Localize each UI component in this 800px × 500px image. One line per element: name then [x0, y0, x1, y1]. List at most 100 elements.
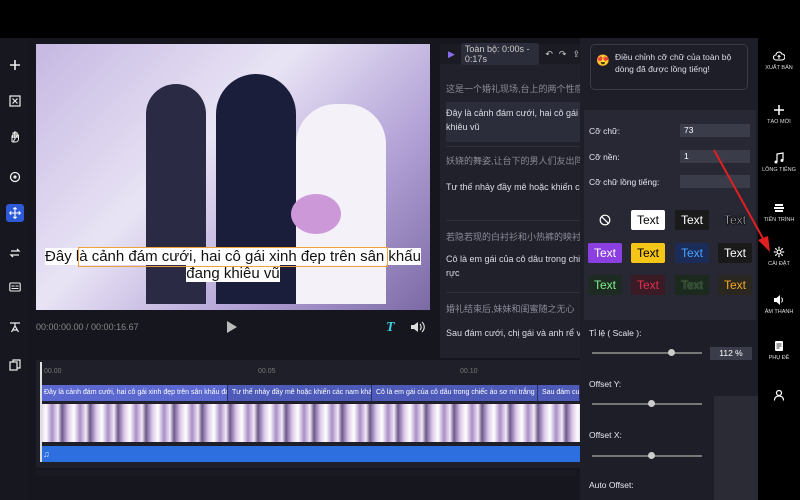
speaker-icon	[774, 294, 783, 305]
style-purple-button[interactable]: Text	[588, 243, 622, 263]
timeline-ruler[interactable]: 00.00 00.05 00.10	[36, 366, 580, 380]
subtitle-track: Đây là cảnh đám cưới, hai cô gái xinh đẹ…	[40, 385, 580, 401]
export-button[interactable]: Xuất bản	[758, 40, 800, 80]
style-yellow-button[interactable]: Text	[631, 243, 665, 263]
segment-source: 若隐若现的白衬衫和小热裤的映衬	[446, 232, 582, 242]
redo-icon[interactable]: ↷	[559, 49, 567, 60]
account-button[interactable]	[758, 376, 800, 416]
new-button[interactable]: Tạo mới	[758, 94, 800, 134]
segment-translation[interactable]: Sau đám cưới, chị gái và anh rể vu	[446, 326, 586, 340]
subtitle-clip[interactable]: Cô là em gái của cô dâu trong chiếc áo s…	[372, 385, 538, 401]
script-segment[interactable]: Tư thế nhảy đầy mê hoặc khiến cá	[446, 180, 585, 194]
bg-size-input[interactable]: 1	[680, 150, 750, 163]
plus-icon	[774, 104, 784, 115]
segment-source: 这是一个婚礼现场,台上的两个性感	[446, 84, 584, 94]
style-shadow-button[interactable]: Text	[675, 275, 709, 295]
script-segment[interactable]: Sau đám cưới, chị gái và anh rể vu	[446, 326, 586, 340]
settings-button[interactable]: Cài đặt	[758, 236, 800, 276]
upload-icon[interactable]: ⇪	[572, 49, 580, 60]
timeline-scrollbar[interactable]	[36, 470, 576, 476]
font-size-input[interactable]: 73	[680, 124, 750, 137]
segment-translation[interactable]: Đây là cảnh đám cưới, hai cô gái x	[446, 106, 585, 120]
progress-button[interactable]: Tiến trình	[758, 192, 800, 232]
script-segment[interactable]: 婚礼结束后,妹妹和闺蜜随之无心	[446, 302, 580, 316]
delete-box-icon[interactable]	[6, 92, 24, 110]
script-segment-active[interactable]: Đây là cảnh đám cưới, hai cô gái x khiêu…	[446, 102, 585, 142]
play-icon[interactable]	[226, 320, 238, 334]
cloud-icon	[773, 51, 785, 61]
script-segment[interactable]: Cô là em gái của cô dâu trong chiế rực	[446, 252, 585, 280]
segment-source: 妖娆的舞姿,让台下的男人们友出阵	[446, 156, 584, 166]
dub-font-size-input[interactable]	[680, 175, 750, 188]
script-segment[interactable]: 妖娆的舞姿,让台下的男人们友出阵	[446, 154, 584, 168]
undo-icon[interactable]: ↶	[545, 49, 553, 60]
style-white-bg-button[interactable]: Text	[631, 210, 665, 230]
playhead[interactable]	[40, 362, 42, 462]
no-style-icon	[599, 214, 611, 226]
offset-x-slider[interactable]	[592, 455, 702, 457]
script-segment[interactable]: 这是一个婚礼现场,台上的两个性感	[446, 82, 584, 96]
smile-emoji-icon: 😍	[596, 55, 610, 67]
style-blue-button[interactable]: Text	[675, 243, 709, 263]
style-green-button[interactable]: Text	[588, 275, 622, 295]
new-label: Tạo mới	[767, 118, 791, 125]
video-track[interactable]	[40, 404, 580, 442]
add-icon[interactable]	[6, 56, 24, 74]
scale-label: Tỉ lệ ( Scale ):	[589, 328, 642, 338]
settings-label: Cài đặt	[768, 260, 790, 267]
audio-button[interactable]: Âm thanh	[758, 284, 800, 324]
hand-tool-icon[interactable]	[6, 128, 24, 146]
style-orange-button[interactable]: Text	[718, 275, 752, 295]
script-panel-header: ▶ Toàn bộ: 0:00s - 0:17s ↶ ↷ ⇪	[440, 43, 580, 65]
text-style-icon[interactable]: T	[386, 320, 395, 336]
style-outline-button[interactable]: Text	[718, 210, 752, 230]
ruler-label: 00.10	[460, 368, 478, 375]
segment-source: 婚礼结束后,妹妹和闺蜜随之无心	[446, 304, 575, 314]
music-icon	[774, 151, 784, 163]
target-icon[interactable]	[6, 168, 24, 186]
gear-icon	[773, 246, 785, 257]
tip-text: Điều chỉnh cỡ chữ của toàn bộ dòng đã đư…	[615, 52, 732, 74]
style-black-bg-button[interactable]: Text	[675, 210, 709, 230]
progress-label: Tiến trình	[763, 216, 795, 223]
subtitle-clip[interactable]: Tư thế nhảy đầy mê hoặc khiến các nam kh…	[228, 385, 372, 401]
music-note-icon: ♫	[43, 449, 50, 459]
move-tool-icon[interactable]	[6, 204, 24, 222]
script-segment[interactable]: 若隐若现的白衬衫和小热裤的映衬	[446, 230, 582, 244]
audio-track[interactable]: ♫	[40, 446, 580, 462]
bg-size-label: Cỡ nền:	[589, 152, 620, 162]
subtitle-clip[interactable]: Sau đám cư	[538, 385, 580, 401]
audio-label: Âm thanh	[764, 308, 794, 315]
tip-box: Điều chỉnh cỡ chữ của toàn bộ dòng đã đư…	[590, 44, 748, 90]
play-small-icon[interactable]: ▶	[448, 49, 455, 60]
swap-icon[interactable]	[6, 244, 24, 262]
copy-icon[interactable]	[6, 356, 24, 374]
left-tool-rail	[0, 38, 30, 500]
offset-x-label: Offset X:	[589, 430, 622, 440]
dub-button[interactable]: Lồng tiếng	[758, 142, 800, 182]
caption-selection-box[interactable]	[78, 247, 388, 267]
offset-y-slider[interactable]	[592, 403, 702, 405]
segment-translation[interactable]: Tư thế nhảy đầy mê hoặc khiến cá	[446, 180, 585, 194]
range-label: Toàn bộ: 0:00s - 0:17s	[460, 43, 540, 65]
no-style-button[interactable]	[588, 210, 622, 230]
ruler-label: 00.00	[44, 368, 62, 375]
text-translate-icon[interactable]	[6, 318, 24, 336]
scale-slider[interactable]	[592, 352, 702, 354]
scale-slider-knob[interactable]	[668, 349, 675, 356]
ruler-label: 00.05	[258, 368, 276, 375]
subtitle-button[interactable]: Phụ đề	[758, 330, 800, 370]
video-figure	[291, 194, 341, 234]
layers-icon	[774, 203, 784, 212]
offset-y-slider-knob[interactable]	[648, 400, 655, 407]
style-dark-button[interactable]: Text	[718, 243, 752, 263]
offset-x-slider-knob[interactable]	[648, 452, 655, 459]
scale-value[interactable]: 112 %	[710, 347, 752, 360]
segment-translation[interactable]: Cô là em gái của cô dâu trong chiế	[446, 252, 585, 266]
volume-icon[interactable]	[410, 320, 426, 334]
subtitle-clip[interactable]: Đây là cảnh đám cưới, hai cô gái xinh đẹ…	[40, 385, 228, 401]
font-size-label: Cỡ chữ:	[589, 126, 621, 136]
style-red-button[interactable]: Text	[631, 275, 665, 295]
subtitle-box-icon[interactable]	[6, 278, 24, 296]
offset-y-label: Offset Y:	[589, 379, 622, 389]
